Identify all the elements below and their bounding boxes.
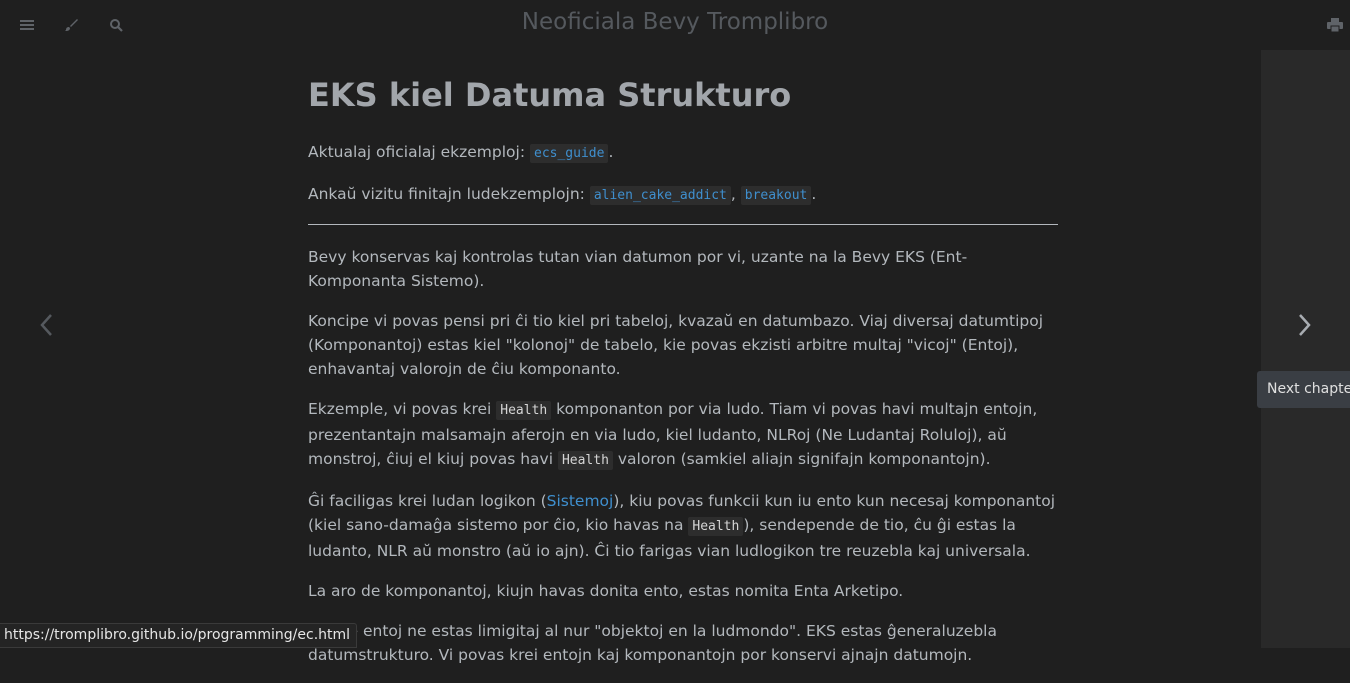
paragraph-text: , bbox=[730, 185, 741, 203]
health-code: Health bbox=[557, 451, 613, 470]
link-status-bar: https://tromplibro.github.io/programming… bbox=[0, 623, 358, 648]
paragraph-text: Ekzemple, vi povas krei bbox=[308, 400, 497, 418]
paragraph-note: NB, ke entoj ne estas limigitaj al nur "… bbox=[308, 622, 997, 664]
next-chapter-button[interactable] bbox=[1287, 305, 1323, 345]
ecs-guide-link[interactable]: ecs_guide bbox=[530, 143, 609, 163]
breakout-link[interactable]: breakout bbox=[740, 185, 812, 205]
previous-chapter-button[interactable] bbox=[28, 305, 64, 345]
page-title: EKS kiel Datuma Strukturo bbox=[308, 76, 792, 114]
paragraph-systems: Ĝi faciligas krei ludan logikon (Sistemo… bbox=[308, 489, 1058, 563]
paragraph-intro: Bevy konservas kaj kontrolas tutan vian … bbox=[308, 248, 968, 290]
article-content: EKS kiel Datuma Strukturo Aktualaj ofici… bbox=[308, 70, 1058, 683]
alien-cake-addict-code: alien_cake_addict bbox=[589, 186, 731, 205]
health-code: Health bbox=[496, 401, 552, 420]
ecs-guide-code: ecs_guide bbox=[530, 144, 609, 163]
paragraph-text: Ĝi faciligas krei ludan logikon ( bbox=[308, 492, 547, 510]
right-gutter bbox=[1261, 50, 1350, 648]
paragraph-text: Ankaŭ vizitu finitajn ludekzemplojn: bbox=[308, 185, 590, 203]
paragraph-examples: Aktualaj oficialaj ekzemploj: ecs_guide. bbox=[308, 140, 1058, 166]
paragraph-text: Aktualaj oficialaj ekzemploj: bbox=[308, 143, 530, 161]
paragraph-text: . bbox=[811, 185, 817, 203]
menu-bar: Neoficiala Bevy Tromplibro bbox=[0, 0, 1350, 50]
paragraph-tables: Koncipe vi povas pensi pri ĉi tio kiel p… bbox=[308, 312, 1044, 378]
systems-link[interactable]: Sistemoj bbox=[547, 492, 614, 510]
paragraph-text: . bbox=[608, 143, 614, 161]
paragraph-text: valoron (samkiel aliajn signifajn kompon… bbox=[612, 450, 991, 468]
book-title: Neoficiala Bevy Tromplibro bbox=[521, 9, 829, 35]
chevron-right-icon bbox=[1299, 314, 1311, 336]
alien-cake-addict-link[interactable]: alien_cake_addict bbox=[589, 185, 731, 205]
paragraph-game-examples: Ankaŭ vizitu finitajn ludekzemplojn: ali… bbox=[308, 182, 1058, 208]
paragraph-archetype: La aro de komponantoj, kiujn havas donit… bbox=[308, 582, 904, 600]
print-icon[interactable] bbox=[1324, 14, 1346, 36]
next-chapter-tooltip: Next chapter bbox=[1257, 371, 1350, 408]
paragraph-health-example: Ekzemple, vi povas krei Health komponant… bbox=[308, 397, 1058, 473]
health-code: Health bbox=[688, 517, 744, 536]
divider bbox=[308, 224, 1058, 225]
chevron-left-icon bbox=[40, 314, 52, 336]
breakout-code: breakout bbox=[740, 186, 812, 205]
